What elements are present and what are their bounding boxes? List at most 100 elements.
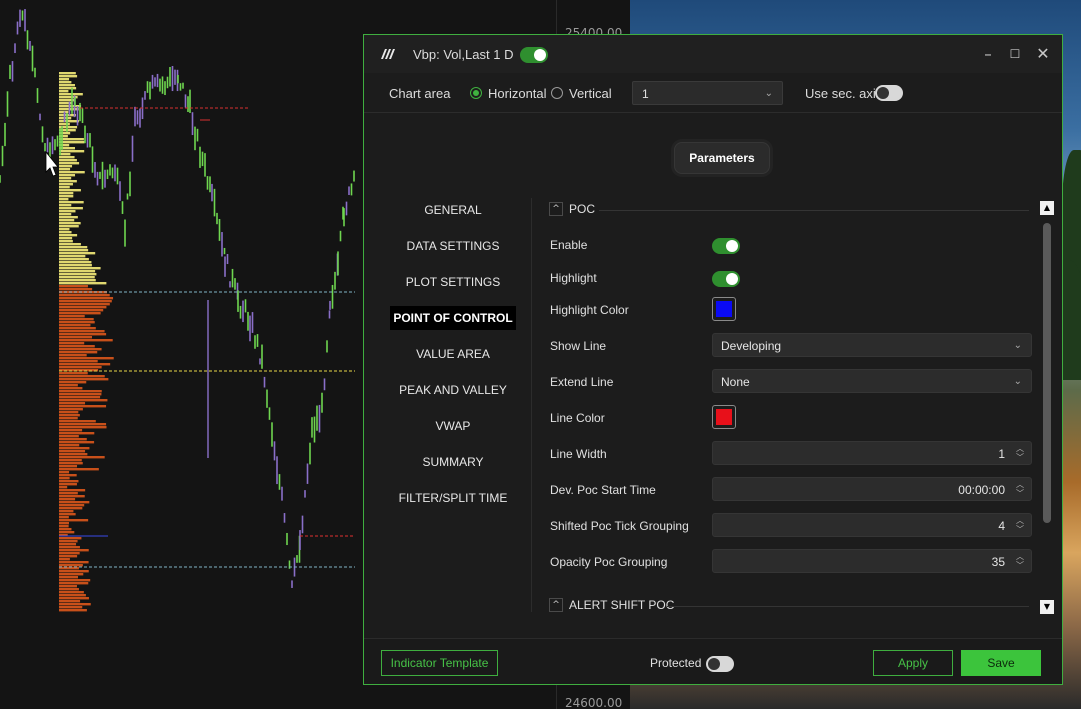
volume-profile-bar [59,285,88,288]
volume-profile-bar [59,480,79,483]
horizontal-radio-label[interactable]: Horizontal [488,86,547,101]
show-line-select[interactable]: Developing ⌄ [712,333,1032,357]
volume-profile-bar [59,159,77,162]
volume-profile-bar [59,87,77,90]
volume-profile-bar [59,318,94,321]
volume-profile-bar [59,321,95,324]
dev-poc-start-time-input[interactable]: 00:00:00 ︿ ﹀ [712,477,1032,501]
volume-profile-bar [59,192,74,195]
scroll-down-arrow-icon[interactable]: ▼ [1040,600,1054,614]
chevron-up-icon[interactable]: ^ [549,202,563,216]
params-scrollbar[interactable]: ▲ ▼ [1040,201,1054,614]
nav-item-filter-split-time[interactable]: FILTER/SPLIT TIME [384,486,522,510]
chevron-up-icon[interactable]: ^ [549,598,563,612]
volume-profile-bar [59,576,79,579]
nav-item-peak-and-valley[interactable]: PEAK AND VALLEY [384,378,522,402]
scroll-up-arrow-icon[interactable]: ▲ [1040,201,1054,215]
volume-profile-bar [59,549,89,552]
indicator-template-button[interactable]: Indicator Template [381,650,498,676]
volume-profile-bar [59,240,73,243]
highlight-color-label: Highlight Color [550,303,629,317]
nav-item-vwap[interactable]: VWAP [384,414,522,438]
chart-area-select[interactable]: 1 ⌄ [632,81,783,105]
volume-profile-bar [59,312,101,315]
volume-profile-bar [59,423,107,426]
highlight-toggle[interactable] [712,271,740,287]
ninja-logo-icon [381,49,395,59]
close-button[interactable]: ✕ [1032,43,1054,65]
vertical-radio-label[interactable]: Vertical [569,86,612,101]
volume-profile-bar [59,366,102,369]
volume-profile-bar [59,399,108,402]
parameters-button[interactable]: Parameters [674,142,770,174]
horizontal-radio[interactable] [470,87,482,99]
highlight-color-swatch[interactable] [712,297,736,321]
vertical-radio[interactable] [551,87,563,99]
spinner-arrows-icon[interactable]: ︿ ﹀ [1015,552,1025,570]
use-sec-axis-toggle[interactable] [875,85,903,101]
maximize-button[interactable]: ☐ [1004,43,1026,65]
volume-profile-bar [59,186,70,189]
minimize-button[interactable]: – [977,43,999,65]
volume-profile-bar [59,333,107,336]
nav-item-general[interactable]: GENERAL [384,198,522,222]
volume-profile-bar [59,210,76,213]
nav-item-plot-settings[interactable]: PLOT SETTINGS [384,270,522,294]
volume-profile-bar [59,255,86,258]
volume-profile-bar [59,408,83,411]
save-button[interactable]: Save [961,650,1041,676]
volume-profile-bar [59,441,95,444]
dialog-titlebar[interactable]: Vbp: Vol,Last 1 D – ☐ ✕ [364,35,1062,73]
shifted-poc-tick-grouping-label: Shifted Poc Tick Grouping [550,519,689,533]
chevron-down-icon: ⌄ [1013,376,1022,387]
spinner-arrows-icon[interactable]: ︿ ﹀ [1015,480,1025,498]
nav-item-data-settings[interactable]: DATA SETTINGS [384,234,522,258]
highlight-label: Highlight [550,271,597,285]
volume-profile-bar [59,330,105,333]
volume-profile-bar [59,279,96,282]
volume-profile-bar [59,546,80,549]
nav-item-point-of-control[interactable]: POINT OF CONTROL [390,306,516,330]
volume-profile-bar [59,150,85,153]
volume-profile-bar [59,360,98,363]
volume-profile-bar [59,513,76,516]
volume-profile-bar [59,354,87,357]
alert-shift-poc-section-header[interactable]: ^ ALERT SHIFT POC [549,596,1029,616]
protected-toggle[interactable] [706,656,734,672]
opacity-poc-grouping-input[interactable]: 35 ︿ ﹀ [712,549,1032,573]
volume-profile-bar [59,345,95,348]
volume-profile-bar [59,474,77,477]
volume-profile-bar [59,273,97,276]
nav-item-value-area[interactable]: VALUE AREA [384,342,522,366]
volume-profile-bar [59,72,76,75]
volume-profile-bar [59,426,107,429]
volume-profile-bar [59,531,75,534]
volume-profile-bar [59,609,87,612]
volume-profile-bar [59,447,90,450]
volume-profile-bar [59,606,83,609]
line-width-input[interactable]: 1 ︿ ﹀ [712,441,1032,465]
poc-section-header[interactable]: ^ POC [549,200,1029,220]
spinner-arrows-icon[interactable]: ︿ ﹀ [1015,444,1025,462]
volume-profile-bar [59,498,76,501]
shifted-poc-tick-grouping-input[interactable]: 4 ︿ ﹀ [712,513,1032,537]
indicator-enable-toggle[interactable] [520,47,548,63]
volume-profile-bar [59,591,84,594]
volume-profile-bar [59,120,80,123]
chart-area-select-value: 1 [642,87,649,101]
apply-button[interactable]: Apply [873,650,953,676]
volume-profile-bar [59,468,99,471]
enable-toggle[interactable] [712,238,740,254]
volume-profile-bar [59,324,91,327]
volume-profile-bar [59,378,109,381]
volume-profile-bar [59,264,92,267]
spinner-arrows-icon[interactable]: ︿ ﹀ [1015,516,1025,534]
candlestick-series [0,9,355,588]
line-color-swatch[interactable] [712,405,736,429]
dialog-title: Vbp: Vol,Last 1 D [413,47,514,62]
volume-profile-bar [59,168,71,171]
scroll-thumb[interactable] [1043,223,1051,523]
volume-profile-bar [59,465,78,468]
nav-item-summary[interactable]: SUMMARY [384,450,522,474]
extend-line-select[interactable]: None ⌄ [712,369,1032,393]
